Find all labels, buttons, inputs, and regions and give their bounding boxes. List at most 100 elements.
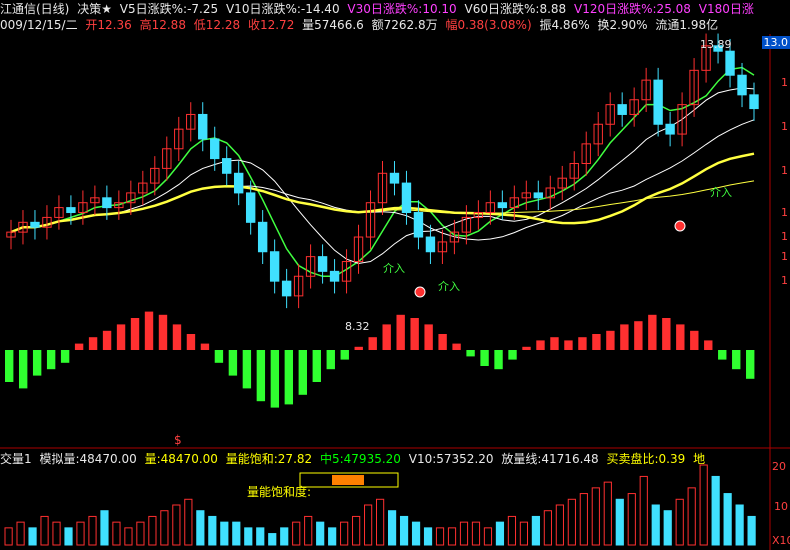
macd-bar: [172, 324, 182, 350]
volume-bar: [747, 515, 756, 546]
volume-bar: [519, 521, 529, 546]
candle-body: [102, 197, 112, 209]
axis-tick: 1: [781, 250, 788, 263]
indicator-name: 交量1: [0, 452, 32, 466]
macd-bar: [662, 318, 671, 350]
volume-bar: [196, 510, 205, 546]
macd-bar: [704, 340, 713, 350]
candle-body: [269, 251, 280, 282]
macd-bar: [102, 330, 112, 350]
volume-bar: [687, 487, 696, 546]
volume-bar: [208, 515, 217, 546]
macd-bar: [718, 350, 727, 360]
macd-bar: [144, 311, 154, 350]
macd-bar: [74, 343, 84, 350]
macd-bar: [312, 350, 321, 382]
macd-bar: [410, 318, 419, 350]
buy-signal-2: [674, 220, 686, 232]
axis-tick: 1: [781, 164, 788, 177]
candle-body: [281, 280, 292, 297]
volume-bar: [435, 527, 445, 546]
volume-bar: [112, 521, 121, 546]
bid-ask-ratio: 买卖盘比:0.39: [606, 452, 686, 466]
candle-body: [329, 270, 340, 282]
macd-bar: [116, 324, 126, 350]
candle-body: [725, 50, 735, 76]
macd-bar: [620, 324, 629, 350]
volume-bar: [579, 493, 588, 546]
macd-bar: [536, 340, 545, 350]
macd-bar: [214, 350, 224, 363]
volume-bar: [316, 521, 325, 546]
volume-bar: [376, 498, 385, 546]
entry-label-1: 介入: [383, 262, 405, 275]
macd-bar: [88, 337, 98, 350]
candle-body: [30, 221, 40, 228]
volume-bar: [184, 498, 193, 546]
macd-bar: [550, 337, 559, 350]
macd-bar: [606, 330, 615, 350]
macd-bar: [438, 334, 447, 350]
volume-bar: [88, 515, 97, 546]
axis-tick: 1: [781, 230, 788, 243]
macd-bar: [270, 350, 280, 408]
entry-label-3: 介入: [710, 186, 732, 199]
volume-bar: [76, 521, 85, 546]
volume-bar: [399, 515, 409, 546]
candle-body: [233, 172, 244, 194]
volume-bar: [28, 527, 37, 546]
candle-body: [749, 94, 759, 110]
saturation-fill: [332, 475, 364, 485]
v10-value: V10:57352.20: [408, 452, 494, 466]
macd-bar: [130, 318, 140, 350]
macd-bar: [564, 340, 573, 350]
mid5-value: 中5:47935.20: [319, 452, 401, 466]
land-label: 地: [693, 452, 706, 466]
volume-bar: [244, 527, 253, 546]
volume-bar: [304, 515, 313, 546]
volume-bar: [340, 521, 349, 546]
macd-bar: [5, 350, 14, 382]
volume-bar: [567, 498, 576, 546]
candle-body: [66, 207, 76, 214]
macd-bar: [732, 350, 741, 370]
high-price-label: 13.89: [700, 38, 732, 51]
volume-bar: [292, 521, 301, 546]
volume-bar: [531, 515, 540, 546]
macd-bar: [18, 350, 28, 389]
volume-bar: [256, 527, 265, 546]
macd-bar: [298, 350, 307, 395]
volume-value: 量:48470.00: [144, 452, 218, 466]
axis-tick: 1: [781, 274, 788, 287]
volume-bar: [52, 521, 61, 546]
volume-bar: [711, 475, 720, 546]
volume-bar: [651, 504, 660, 546]
volume-bar: [495, 521, 505, 546]
volume-bar: [268, 533, 277, 546]
macd-bar: [242, 350, 252, 389]
macd-bar: [382, 324, 391, 350]
candle-body: [617, 104, 627, 115]
indicator-header: 交量1 模拟量:48470.00 量:48470.00 量能饱和:27.82 中…: [0, 450, 790, 468]
macd-bar: [46, 350, 56, 370]
volume-bar: [160, 510, 169, 546]
volume-bar: [328, 527, 337, 546]
volume-bar: [136, 521, 145, 546]
volume-bar: [100, 510, 109, 546]
macd-bar: [634, 321, 643, 350]
candle-body: [245, 192, 256, 223]
macd-bar: [340, 350, 349, 360]
volume-bars: [4, 464, 756, 546]
volume-bar: [483, 527, 493, 546]
macd-bar: [32, 350, 42, 376]
macd-bar: [424, 324, 433, 350]
axis-tick: 1: [781, 76, 788, 89]
candle-body: [257, 221, 268, 253]
volume-bar: [591, 487, 600, 546]
volume-bar: [615, 498, 624, 546]
volume-bar: [543, 510, 552, 546]
macd-bar: [326, 350, 335, 370]
macd-bar: [396, 314, 405, 350]
candle-body: [222, 158, 232, 174]
macd-bar: [284, 350, 294, 405]
